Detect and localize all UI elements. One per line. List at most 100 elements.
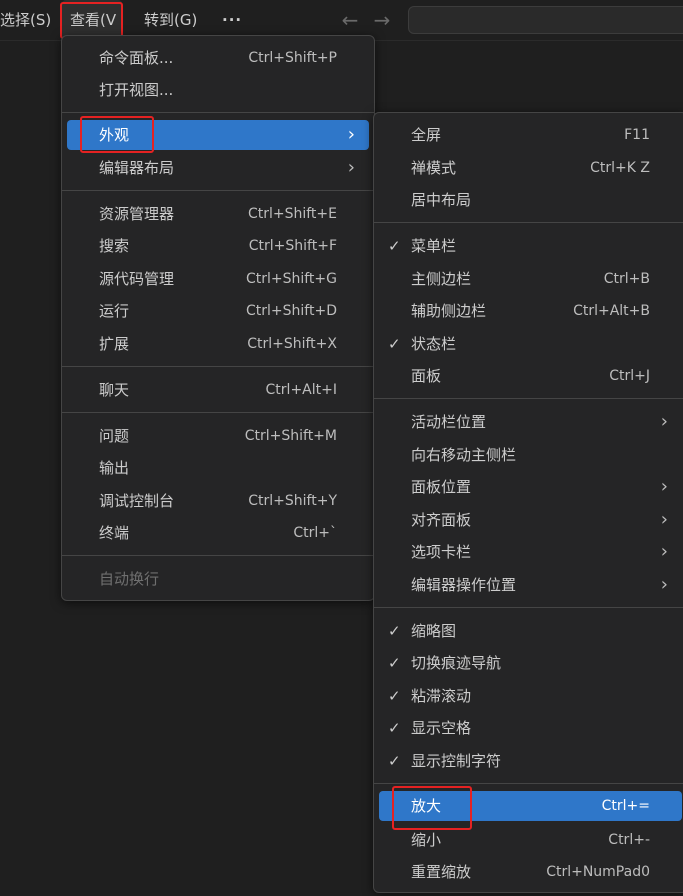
menu-item-zoom-in[interactable]: 放大 Ctrl+= — [379, 791, 682, 821]
chevron-right-icon: › — [660, 411, 668, 432]
arrow-left-icon[interactable]: ← — [340, 0, 360, 40]
menu-item-editor-actions-position[interactable]: 编辑器操作位置 › — [379, 570, 682, 600]
menu-item-word-wrap: 自动换行 — [67, 564, 369, 594]
menu-separator — [374, 607, 683, 608]
menu-item-shortcut: Ctrl+` — [293, 525, 337, 541]
menu-item-shortcut: Ctrl+= — [601, 798, 650, 814]
menu-item-chat[interactable]: 聊天 Ctrl+Alt+I — [67, 375, 369, 405]
menu-item-explorer[interactable]: 资源管理器 Ctrl+Shift+E — [67, 199, 369, 229]
menu-item-label: 居中布局 — [411, 191, 472, 209]
menu-goto[interactable]: 转到(G) — [144, 0, 197, 40]
menu-item-label: 终端 — [99, 524, 130, 542]
menu-item-full-screen[interactable]: 全屏 F11 — [379, 120, 682, 150]
menu-separator — [374, 222, 683, 223]
menu-item-label: 选项卡栏 — [411, 543, 472, 561]
menu-item-label: 源代码管理 — [99, 270, 175, 288]
menu-item-terminal[interactable]: 终端 Ctrl+` — [67, 518, 369, 548]
chevron-right-icon: › — [660, 476, 668, 497]
menu-item-reset-zoom[interactable]: 重置缩放 Ctrl+NumPad0 — [379, 857, 682, 887]
command-center-input[interactable] — [408, 6, 683, 34]
menu-item-label: 活动栏位置 — [411, 413, 487, 431]
menu-item-move-sidebar-right[interactable]: 向右移动主侧栏 — [379, 440, 682, 470]
menu-item-debug-console[interactable]: 调试控制台 Ctrl+Shift+Y — [67, 486, 369, 516]
menu-item-label: 缩小 — [411, 831, 442, 849]
menu-item-label: 编辑器操作位置 — [411, 576, 517, 594]
menu-item-label: 问题 — [99, 427, 130, 445]
menu-item-label: 状态栏 — [411, 335, 457, 353]
menu-item-label: 输出 — [99, 459, 130, 477]
menu-separator — [62, 190, 374, 191]
menu-separator — [62, 112, 374, 113]
menu-item-label: 禅模式 — [411, 159, 457, 177]
menu-item-label: 显示控制字符 — [411, 752, 502, 770]
menu-item-status-bar[interactable]: ✓ 状态栏 — [379, 329, 682, 359]
menu-item-tab-bar[interactable]: 选项卡栏 › — [379, 537, 682, 567]
menu-item-label: 运行 — [99, 302, 130, 320]
menu-item-label: 自动换行 — [99, 570, 160, 588]
menu-item-shortcut: Ctrl+- — [608, 832, 650, 848]
menu-item-label: 向右移动主侧栏 — [411, 446, 517, 464]
menu-item-zen-mode[interactable]: 禅模式 Ctrl+K Z — [379, 153, 682, 183]
menu-item-sticky-scroll[interactable]: ✓ 粘滞滚动 — [379, 681, 682, 711]
menu-item-editor-layout[interactable]: 编辑器布局 › — [67, 153, 369, 183]
menu-item-problems[interactable]: 问题 Ctrl+Shift+M — [67, 421, 369, 451]
menu-item-render-whitespace[interactable]: ✓ 显示空格 — [379, 713, 682, 743]
chevron-right-icon: › — [660, 509, 668, 530]
menu-select[interactable]: 选择(S) — [0, 0, 51, 40]
menu-item-label: 扩展 — [99, 335, 130, 353]
menu-item-label: 资源管理器 — [99, 205, 175, 223]
menu-item-align-panel[interactable]: 对齐面板 › — [379, 505, 682, 535]
menu-item-primary-sidebar[interactable]: 主侧边栏 Ctrl+B — [379, 264, 682, 294]
menu-item-render-control-characters[interactable]: ✓ 显示控制字符 — [379, 746, 682, 776]
menu-item-panel[interactable]: 面板 Ctrl+J — [379, 361, 682, 391]
arrow-right-icon[interactable]: → — [372, 0, 392, 40]
menu-item-label: 放大 — [411, 797, 442, 815]
chevron-right-icon: › — [347, 157, 355, 178]
check-icon: ✓ — [388, 237, 401, 255]
menu-item-search[interactable]: 搜索 Ctrl+Shift+F — [67, 231, 369, 261]
menu-item-shortcut: Ctrl+NumPad0 — [546, 864, 650, 880]
menu-item-label: 外观 — [99, 126, 130, 144]
menu-item-centered-layout[interactable]: 居中布局 — [379, 185, 682, 215]
menu-item-shortcut: Ctrl+Alt+B — [573, 303, 650, 319]
menu-item-appearance[interactable]: 外观 › — [67, 120, 369, 150]
menu-item-shortcut: Ctrl+K Z — [590, 160, 650, 176]
menu-item-output[interactable]: 输出 — [67, 453, 369, 483]
menu-item-open-view[interactable]: 打开视图... — [67, 75, 369, 105]
menu-item-panel-position[interactable]: 面板位置 › — [379, 472, 682, 502]
menu-item-zoom-out[interactable]: 缩小 Ctrl+- — [379, 825, 682, 855]
menu-separator — [62, 366, 374, 367]
menu-item-shortcut: F11 — [624, 127, 650, 143]
menu-item-secondary-sidebar[interactable]: 辅助侧边栏 Ctrl+Alt+B — [379, 296, 682, 326]
menu-item-shortcut: Ctrl+Shift+P — [248, 50, 337, 66]
appearance-submenu: 全屏 F11 禅模式 Ctrl+K Z 居中布局 ✓ 菜单栏 主侧边栏 Ctrl… — [373, 112, 683, 893]
chevron-right-icon: › — [347, 124, 355, 145]
menu-item-label: 调试控制台 — [99, 492, 175, 510]
menu-item-command-palette[interactable]: 命令面板... Ctrl+Shift+P — [67, 43, 369, 73]
menu-item-shortcut: Ctrl+B — [603, 271, 650, 287]
chevron-right-icon: › — [660, 574, 668, 595]
check-icon: ✓ — [388, 752, 401, 770]
menu-separator — [62, 555, 374, 556]
menu-item-shortcut: Ctrl+Shift+G — [245, 271, 337, 287]
menu-item-shortcut: Ctrl+Shift+Y — [248, 493, 337, 509]
menu-item-label: 聊天 — [99, 381, 130, 399]
menu-item-run[interactable]: 运行 Ctrl+Shift+D — [67, 296, 369, 326]
menu-item-label: 编辑器布局 — [99, 159, 175, 177]
menu-item-label: 面板 — [411, 367, 442, 385]
menu-item-menu-bar[interactable]: ✓ 菜单栏 — [379, 231, 682, 261]
menu-item-minimap[interactable]: ✓ 缩略图 — [379, 616, 682, 646]
check-icon: ✓ — [388, 335, 401, 353]
menu-item-activity-bar-position[interactable]: 活动栏位置 › — [379, 407, 682, 437]
menu-item-extensions[interactable]: 扩展 Ctrl+Shift+X — [67, 329, 369, 359]
menu-item-label: 全屏 — [411, 126, 442, 144]
menu-item-label: 切换痕迹导航 — [411, 654, 502, 672]
menu-item-source-control[interactable]: 源代码管理 Ctrl+Shift+G — [67, 264, 369, 294]
menu-item-shortcut: Ctrl+Shift+F — [248, 238, 337, 254]
menu-item-breadcrumbs[interactable]: ✓ 切换痕迹导航 — [379, 648, 682, 678]
menu-more-icon[interactable]: ··· — [222, 0, 242, 40]
menu-view[interactable]: 查看(V — [62, 0, 122, 40]
menu-item-shortcut: Ctrl+Shift+M — [244, 428, 337, 444]
menu-item-label: 重置缩放 — [411, 863, 472, 881]
menu-item-label: 显示空格 — [411, 719, 472, 737]
